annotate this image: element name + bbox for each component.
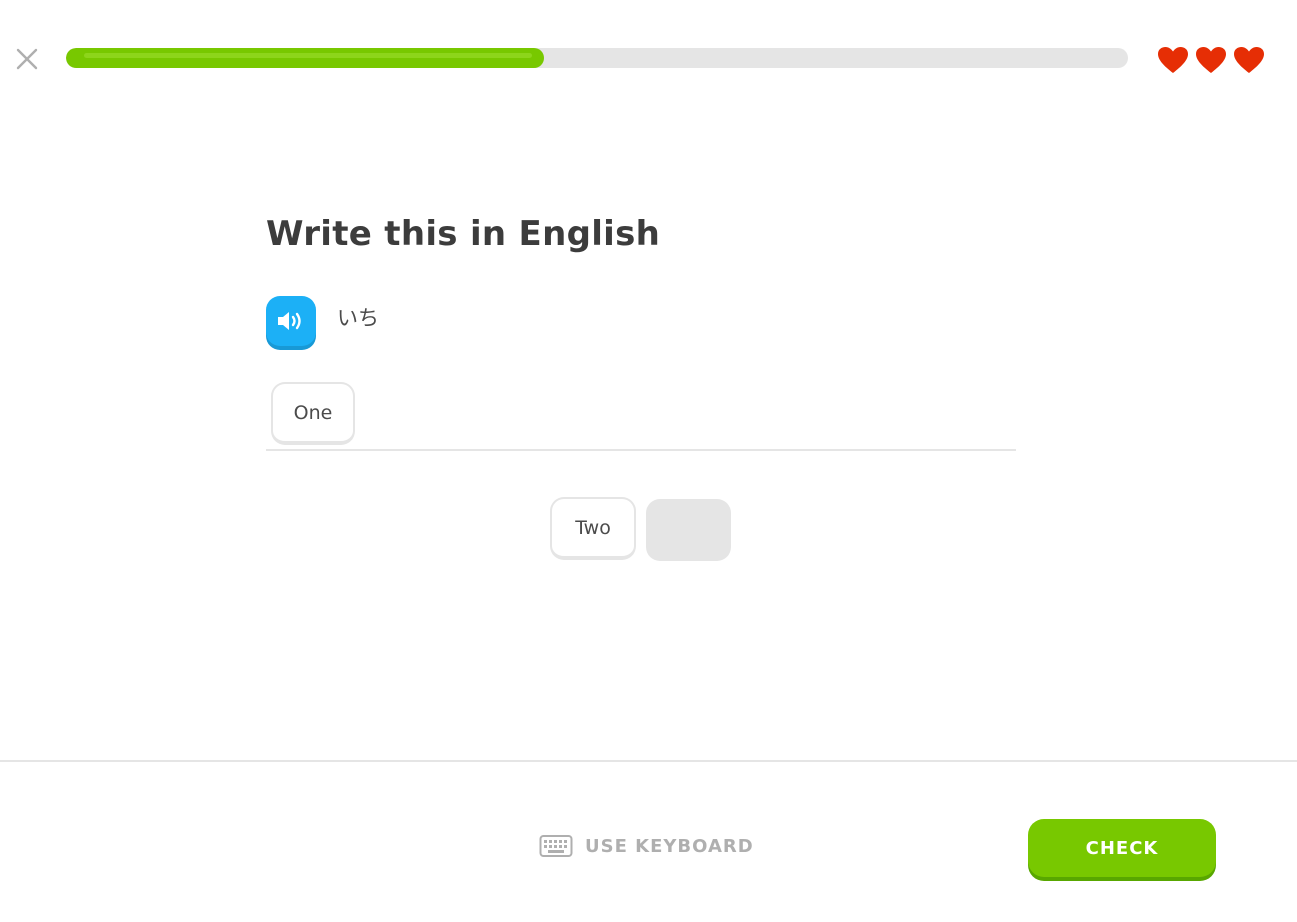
footer-divider — [0, 760, 1297, 762]
prompt-text: いち — [337, 306, 379, 330]
challenge-title: Write this in English — [266, 214, 661, 254]
heart-icon — [1158, 47, 1188, 73]
word-bank-token-label: Two — [575, 516, 611, 539]
progress-bar — [66, 48, 1128, 68]
answer-area[interactable] — [266, 376, 1016, 451]
check-button-label: CHECK — [1085, 837, 1159, 859]
heart-icon — [1234, 47, 1264, 73]
answer-token[interactable]: One — [271, 382, 355, 445]
progress-fill — [66, 48, 544, 68]
close-button[interactable] — [12, 44, 42, 74]
speaker-icon — [278, 312, 301, 330]
hearts-lives — [1157, 44, 1265, 76]
check-button[interactable]: CHECK — [1028, 819, 1216, 877]
use-keyboard-label: USE KEYBOARD — [585, 835, 754, 857]
keyboard-icon — [539, 835, 573, 857]
use-keyboard-button[interactable]: USE KEYBOARD — [539, 831, 754, 861]
heart-icon — [1196, 47, 1226, 73]
close-icon — [16, 48, 38, 70]
top-bar — [0, 0, 1297, 120]
play-audio-button[interactable] — [266, 296, 316, 346]
word-bank-empty-slot — [646, 499, 731, 561]
answer-token-label: One — [293, 401, 333, 424]
word-bank-token[interactable]: Two — [550, 497, 636, 560]
progress-shine — [84, 53, 532, 58]
